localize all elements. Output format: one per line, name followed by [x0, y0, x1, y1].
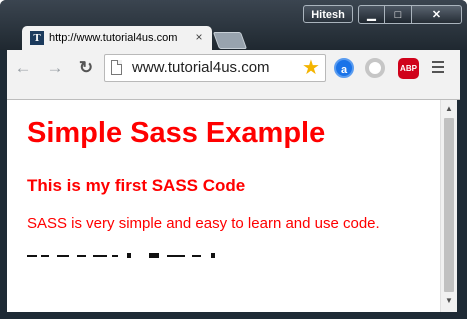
tab-close-icon[interactable]: ×	[193, 30, 205, 44]
partially-visible-text-line	[27, 252, 227, 260]
page-heading: Simple Sass Example	[27, 117, 326, 149]
title-bar: Hitesh ▁ □ ✕ T http://www.tutorial4us.co…	[0, 0, 467, 50]
maximize-button[interactable]: □	[385, 5, 412, 24]
address-bar[interactable]: www.tutorial4us.com ★	[104, 54, 326, 82]
minimize-button[interactable]: ▁	[358, 5, 385, 24]
reload-icon[interactable]: ↻	[76, 58, 96, 78]
page-icon	[111, 60, 122, 75]
url-text[interactable]: www.tutorial4us.com	[132, 59, 270, 77]
bookmark-star-icon[interactable]: ★	[302, 57, 320, 79]
scroll-down-arrow-icon[interactable]: ▼	[441, 294, 457, 308]
page-paragraph: SASS is very simple and easy to learn an…	[27, 215, 380, 232]
toolbar-divider	[7, 86, 460, 100]
browser-window: Hitesh ▁ □ ✕ T http://www.tutorial4us.co…	[0, 0, 467, 319]
new-tab-button[interactable]	[212, 32, 248, 49]
tab-title: http://www.tutorial4us.com	[49, 32, 178, 44]
tab-active[interactable]: T http://www.tutorial4us.com ×	[22, 26, 212, 50]
browser-toolbar: ← → ↻ www.tutorial4us.com ★ a ABP	[7, 50, 460, 86]
window-controls: ▁ □ ✕	[358, 5, 462, 24]
forward-arrow-icon[interactable]: →	[45, 58, 65, 78]
ring-extension-icon[interactable]	[365, 58, 385, 78]
vertical-scrollbar[interactable]: ▲ ▼	[440, 100, 457, 312]
scrollbar-thumb[interactable]	[444, 118, 454, 292]
close-window-button[interactable]: ✕	[412, 5, 462, 24]
scroll-up-arrow-icon[interactable]: ▲	[441, 102, 457, 116]
hamburger-menu-icon[interactable]	[432, 61, 444, 75]
window-bottom-border	[0, 312, 467, 319]
page-content: Simple Sass Example This is my first SAS…	[7, 100, 440, 312]
site-favicon-icon: T	[30, 31, 44, 45]
back-arrow-icon[interactable]: ←	[13, 58, 33, 78]
page-subheading: This is my first SASS Code	[27, 176, 246, 195]
profile-button[interactable]: Hitesh	[303, 5, 353, 23]
adblock-plus-icon[interactable]: ABP	[398, 58, 419, 79]
avast-extension-icon[interactable]: a	[334, 58, 354, 78]
